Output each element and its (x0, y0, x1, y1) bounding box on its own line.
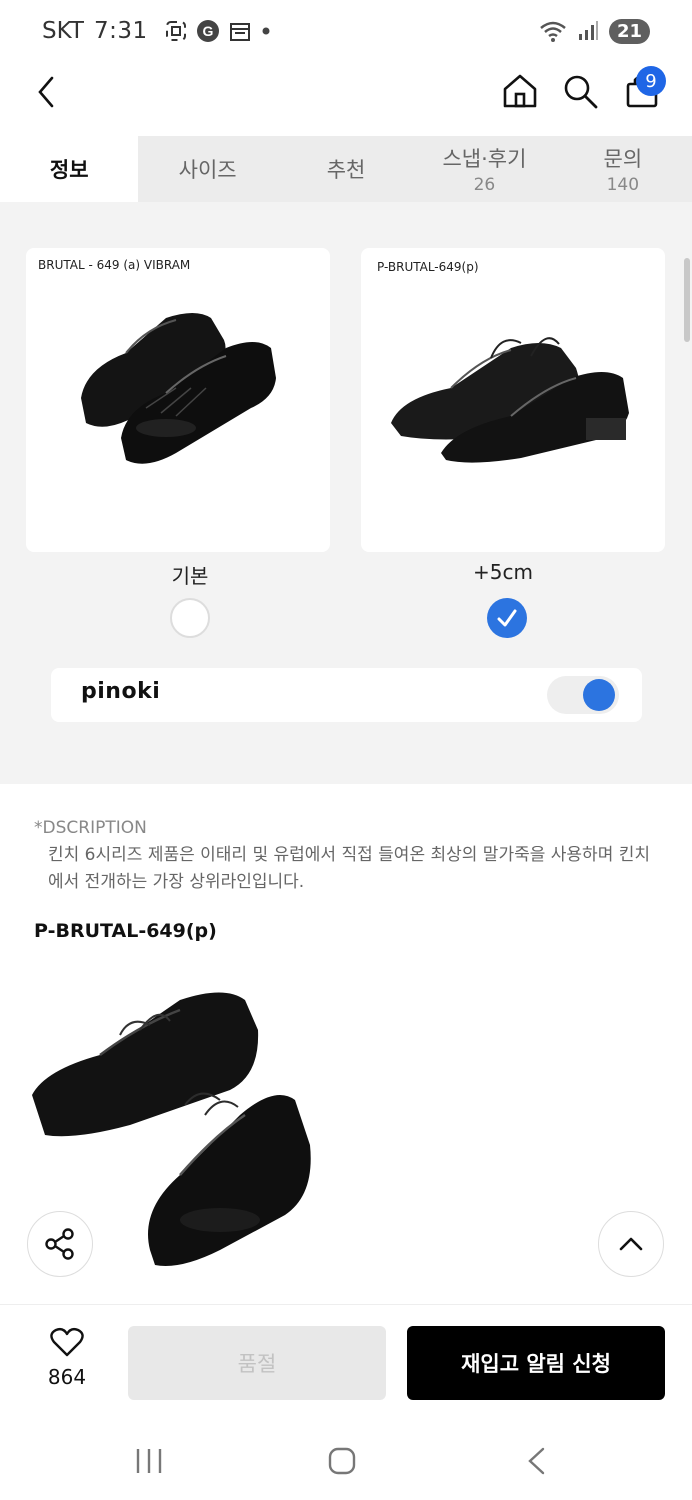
product-tabs: 정보 사이즈 추천 스냅·후기 26 문의 140 (0, 136, 692, 202)
battery-indicator: 21 (608, 18, 650, 44)
pinoki-toggle[interactable] (547, 676, 619, 714)
tab-label: 스냅·후기 (442, 147, 527, 171)
tab-snap-review[interactable]: 스냅·후기 26 (415, 136, 553, 202)
share-icon (45, 1228, 74, 1260)
search-icon[interactable] (561, 72, 599, 110)
option-radio-plus5cm[interactable] (487, 598, 527, 638)
description-title: *DSCRIPTION (34, 818, 147, 838)
like-count: 864 (47, 1365, 87, 1389)
system-nav-bar (0, 1420, 692, 1500)
option-card-plus5cm[interactable]: P-BRUTAL-649(p) (361, 248, 665, 552)
app-header: 9 (0, 62, 692, 136)
back-arrow-icon[interactable] (30, 74, 66, 110)
tab-label: 사이즈 (178, 158, 237, 182)
tab-info[interactable]: 정보 (0, 136, 139, 202)
back-nav-icon[interactable] (523, 1446, 549, 1476)
option-card-label: BRUTAL - 649 (a) VIBRAM (38, 258, 191, 272)
recent-apps-icon[interactable] (133, 1447, 165, 1475)
soldout-button[interactable]: 품절 (128, 1326, 386, 1400)
option-name-plus5cm: +5cm (473, 560, 533, 584)
signal-icon (578, 21, 598, 40)
bottom-action-bar: 864 품절 재입고 알림 신청 (0, 1304, 692, 1420)
product-name: P-BRUTAL-649(p) (34, 920, 217, 942)
toggle-knob (583, 679, 615, 711)
notification-icons: G (164, 19, 272, 43)
wifi-icon (540, 21, 566, 42)
pinoki-option: pinoki (51, 668, 642, 722)
dot-icon (262, 27, 270, 35)
like-button[interactable]: 864 (30, 1327, 104, 1389)
tab-label: 정보 (49, 158, 89, 182)
svg-text:G: G (202, 23, 213, 39)
tab-label: 문의 (603, 147, 643, 171)
restock-notify-button[interactable]: 재입고 알림 신청 (407, 1326, 665, 1400)
shoe-image (81, 313, 276, 464)
screenshot-icon (165, 21, 186, 41)
status-right: 21 (539, 18, 650, 44)
carrier-label: SKT (42, 18, 84, 44)
tab-recommend[interactable]: 추천 (277, 136, 415, 202)
description-body: 킨치 6시리즈 제품은 이태리 및 유럽에서 직접 들여온 최상의 말가죽을 사… (48, 845, 651, 892)
heart-icon (50, 1327, 84, 1357)
cart-count-badge: 9 (636, 66, 666, 96)
scroll-to-top-button[interactable] (598, 1211, 664, 1277)
product-description: *DSCRIPTION 킨치 6시리즈 제품은 이태리 및 유럽에서 직접 들여… (34, 818, 654, 896)
option-card-basic[interactable]: BRUTAL - 649 (a) VIBRAM (26, 248, 330, 552)
option-selector: BRUTAL - 649 (a) VIBRAM 기본 P-BRUTAL-649(… (0, 202, 692, 784)
home-icon[interactable] (501, 72, 539, 110)
pinoki-logo: pinoki (81, 679, 161, 704)
chevron-up-icon (619, 1237, 643, 1251)
scrollbar[interactable] (684, 258, 690, 342)
option-radio-basic[interactable] (170, 598, 210, 638)
tab-inquiry[interactable]: 문의 140 (554, 136, 692, 202)
tab-size[interactable]: 사이즈 (138, 136, 276, 202)
option-card-label: P-BRUTAL-649(p) (377, 260, 479, 274)
option-name-basic: 기본 (171, 564, 209, 588)
tab-count: 140 (606, 175, 640, 195)
home-nav-icon[interactable] (327, 1446, 357, 1476)
status-bar: SKT 7:31 G 21 (0, 0, 692, 62)
checkmark-icon (497, 609, 517, 627)
google-icon: G (196, 20, 219, 42)
clock: 7:31 (93, 18, 148, 44)
tab-count: 26 (473, 175, 496, 195)
shoe-image (391, 337, 629, 463)
status-left: SKT 7:31 G (42, 18, 272, 44)
calendar-icon (229, 23, 250, 41)
tab-label: 추천 (326, 158, 366, 182)
share-button[interactable] (27, 1211, 93, 1277)
